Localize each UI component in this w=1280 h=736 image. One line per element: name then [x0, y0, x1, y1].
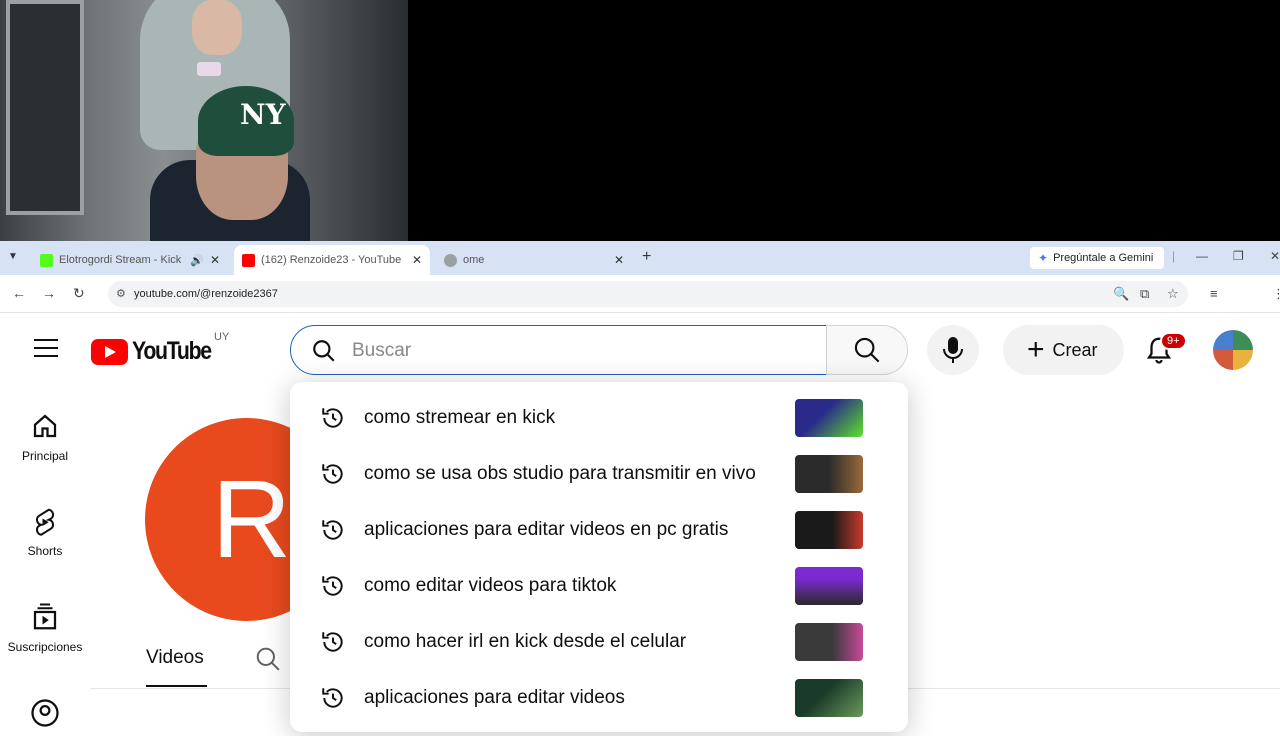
youtube-play-icon — [91, 338, 128, 365]
suggestion-item[interactable]: como editar videos para tiktok — [290, 558, 908, 614]
shorts-icon — [36, 508, 54, 536]
speaker-icon[interactable]: 🔊 — [190, 254, 204, 267]
media-controls-icon[interactable]: ≡ — [1210, 286, 1218, 301]
webcam-phone — [197, 62, 221, 76]
globe-favicon-icon — [444, 253, 457, 267]
subscriptions-icon — [33, 603, 57, 630]
suggestion-item[interactable]: como hacer irl en kick desde el celular — [290, 614, 908, 670]
browser-tab-kick[interactable]: Elotrogordi Stream - Kick D 🔊 ✕ — [32, 245, 228, 275]
history-icon — [322, 632, 343, 652]
youtube-page: YouTube UY Buscar + Crear 9+ Principal S… — [0, 313, 1280, 732]
suggestion-thumbnail — [795, 511, 863, 549]
guide-label: Shorts — [27, 544, 63, 558]
suggestion-text: como editar videos para tiktok — [364, 575, 617, 596]
bookmark-star-icon[interactable]: ☆ — [1167, 286, 1179, 302]
history-icon — [322, 688, 343, 708]
suggestion-text: como se usa obs studio para transmitir e… — [364, 463, 756, 484]
search-input[interactable]: Buscar — [290, 325, 827, 375]
country-code: UY — [214, 331, 230, 343]
browser-tab-ome[interactable]: ome ✕ — [436, 245, 632, 275]
address-bar-row: ← → ↻ ⚙ youtube.com/@renzoide2367 🔍 ⧉ ☆ … — [0, 275, 1280, 577]
close-tab-icon[interactable]: ✕ — [412, 253, 422, 267]
notification-count-badge: 9+ — [1160, 332, 1187, 350]
suggestion-thumbnail — [795, 623, 863, 661]
new-tab-icon[interactable]: + — [642, 248, 651, 266]
channel-search-icon[interactable] — [255, 646, 281, 672]
account-avatar[interactable] — [1213, 330, 1253, 370]
webcam-face-back — [192, 0, 242, 55]
suggestion-item[interactable]: aplicaciones para editar videos — [290, 670, 908, 726]
youtube-favicon-icon — [242, 253, 255, 267]
webcam-background-window — [6, 0, 84, 215]
minimize-icon[interactable]: — — [1196, 249, 1208, 263]
guide-item-subscriptions[interactable]: Suscripciones — [0, 602, 90, 654]
url-text: youtube.com/@renzoide2367 — [134, 288, 278, 300]
webcam-feed: NY — [0, 0, 408, 241]
suggestion-thumbnail — [795, 567, 863, 605]
gemini-label: Pregúntale a Gemini — [1053, 252, 1154, 264]
tabbar-separator: | — [1172, 249, 1176, 263]
user-circle-icon — [31, 699, 59, 727]
url-field[interactable]: ⚙ youtube.com/@renzoide2367 — [108, 281, 1188, 307]
cap-logo: NY — [240, 98, 286, 131]
tab-search-chevron-icon[interactable]: ▼ — [8, 251, 18, 262]
search-suggestions-dropdown: como stremear en kick como se usa obs st… — [290, 382, 908, 732]
guide-label: Principal — [21, 449, 69, 463]
create-button[interactable]: + Crear — [1003, 325, 1124, 375]
close-tab-icon[interactable]: ✕ — [210, 253, 220, 267]
close-window-icon[interactable]: ✕ — [1270, 249, 1280, 263]
tab-active-indicator — [146, 685, 207, 687]
microphone-icon — [943, 337, 963, 363]
hamburger-menu-icon[interactable] — [34, 339, 58, 357]
guide-label: Suscripciones — [7, 640, 83, 654]
search-icon — [313, 340, 335, 362]
gemini-button[interactable]: ✦ Pregúntale a Gemini — [1030, 247, 1164, 269]
tab-title: (162) Renzoide23 - YouTube — [261, 254, 402, 266]
browser-tab-bar: ▼ Elotrogordi Stream - Kick D 🔊 ✕ (162) … — [0, 241, 1280, 275]
history-icon — [322, 464, 343, 484]
voice-search-button[interactable] — [927, 325, 979, 375]
install-app-icon[interactable]: ⧉ — [1140, 286, 1149, 302]
channel-initial: R — [211, 458, 292, 581]
suggestion-thumbnail — [795, 455, 863, 493]
search-icon — [854, 337, 880, 363]
suggestion-item[interactable]: aplicaciones para editar videos en pc gr… — [290, 502, 908, 558]
search-placeholder: Buscar — [352, 340, 412, 361]
suggestion-text: aplicaciones para editar videos — [364, 687, 625, 708]
plus-icon: + — [1027, 333, 1045, 366]
suggestion-text: como hacer irl en kick desde el celular — [364, 631, 687, 652]
webcam-overlay: NY — [0, 0, 1280, 241]
suggestion-thumbnail — [795, 679, 863, 717]
suggestion-item[interactable]: como stremear en kick — [290, 390, 908, 446]
close-tab-icon[interactable]: ✕ — [614, 253, 624, 267]
menu-kebab-icon[interactable]: ⋮ — [1272, 286, 1280, 302]
suggestion-thumbnail — [795, 399, 863, 437]
create-label: Crear — [1052, 339, 1098, 360]
history-icon — [322, 520, 343, 540]
suggestion-text: como stremear en kick — [364, 407, 556, 428]
kick-favicon-icon — [40, 253, 53, 267]
tab-videos[interactable]: Videos — [146, 647, 204, 669]
home-icon — [33, 414, 57, 438]
guide-item-shorts[interactable]: Shorts — [0, 506, 90, 558]
suggestion-item[interactable]: como se usa obs studio para transmitir e… — [290, 446, 908, 502]
suggestion-text: aplicaciones para editar videos en pc gr… — [364, 519, 729, 540]
zoom-icon[interactable]: 🔍 — [1113, 286, 1129, 302]
forward-icon[interactable]: → — [42, 285, 56, 301]
guide-item-you[interactable] — [0, 698, 90, 736]
restore-icon[interactable]: ❐ — [1233, 249, 1244, 263]
browser-tab-youtube[interactable]: (162) Renzoide23 - YouTube ✕ — [234, 245, 430, 275]
youtube-wordmark: YouTube — [132, 337, 212, 365]
reload-icon[interactable]: ↻ — [73, 285, 85, 302]
site-info-icon[interactable]: ⚙ — [116, 287, 126, 300]
back-icon[interactable]: ← — [12, 285, 26, 301]
tab-title: Elotrogordi Stream - Kick D — [59, 254, 185, 266]
tab-title: ome — [463, 254, 485, 266]
guide-item-home[interactable]: Principal — [0, 411, 90, 463]
gemini-sparkle-icon: ✦ — [1038, 251, 1049, 265]
history-icon — [322, 408, 343, 428]
youtube-logo[interactable]: YouTube — [91, 337, 225, 366]
history-icon — [322, 576, 343, 596]
search-button[interactable] — [826, 325, 908, 375]
